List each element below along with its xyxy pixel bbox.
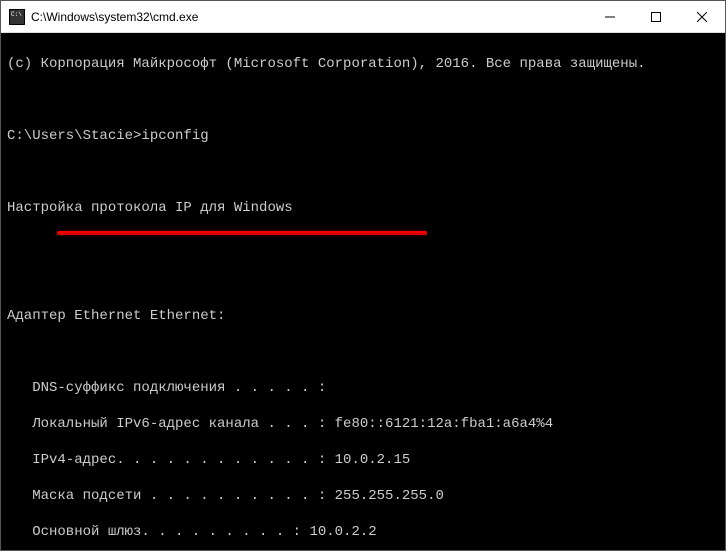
minimize-button[interactable] bbox=[587, 1, 633, 33]
minimize-icon bbox=[605, 12, 615, 22]
adapter-ethernet-ipv4: IPv4-адрес. . . . . . . . . . . . : 10.0… bbox=[7, 451, 719, 469]
terminal-output[interactable]: (c) Корпорация Майкрософт (Microsoft Cor… bbox=[1, 33, 725, 550]
close-button[interactable] bbox=[679, 1, 725, 33]
titlebar[interactable]: C:\Windows\system32\cmd.exe bbox=[1, 1, 725, 33]
ipconfig-heading: Настройка протокола IP для Windows bbox=[7, 199, 719, 217]
adapter-ethernet-title: Адаптер Ethernet Ethernet: bbox=[7, 307, 719, 325]
blank-line bbox=[7, 271, 719, 289]
copyright-line: (c) Корпорация Майкрософт (Microsoft Cor… bbox=[7, 55, 719, 73]
blank-line bbox=[7, 163, 719, 181]
maximize-icon bbox=[651, 12, 661, 22]
cmd-icon bbox=[9, 9, 25, 25]
window-title: C:\Windows\system32\cmd.exe bbox=[31, 10, 587, 24]
prompt-line: C:\Users\Stacie>ipconfig bbox=[7, 127, 719, 145]
adapter-ethernet-gateway: Основной шлюз. . . . . . . . . : 10.0.2.… bbox=[7, 523, 719, 541]
ipv4-highlight-underline bbox=[57, 231, 427, 235]
maximize-button[interactable] bbox=[633, 1, 679, 33]
adapter-ethernet-dns: DNS-суффикс подключения . . . . . : bbox=[7, 379, 719, 397]
cmd-window: C:\Windows\system32\cmd.exe (c) Корпорац… bbox=[0, 0, 726, 551]
window-controls bbox=[587, 1, 725, 33]
blank-line bbox=[7, 343, 719, 361]
blank-line bbox=[7, 235, 719, 253]
adapter-ethernet-mask: Маска подсети . . . . . . . . . . : 255.… bbox=[7, 487, 719, 505]
adapter-ethernet-ipv6local: Локальный IPv6-адрес канала . . . : fe80… bbox=[7, 415, 719, 433]
close-icon bbox=[697, 12, 707, 22]
blank-line bbox=[7, 91, 719, 109]
